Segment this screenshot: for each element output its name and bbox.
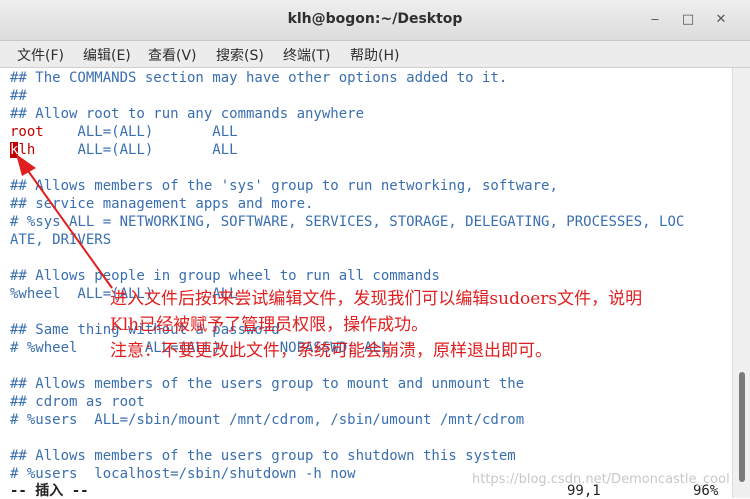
watermark: https://blog.csdn.net/Demoncastle_cool [472,472,730,487]
annotation-text-line-1: 进入文件后按i来尝试编辑文件，发现我们可以编辑sudoers文件，说明 [110,289,643,309]
annotation-text-line-2: Klh已经被赋予了管理员权限，操作成功。 [110,315,429,335]
annotation-arrow-icon [16,154,113,289]
annotation-text-line-3: 注意：不要更改此文件，系统可能会崩溃，原样退出即可。 [110,341,552,361]
